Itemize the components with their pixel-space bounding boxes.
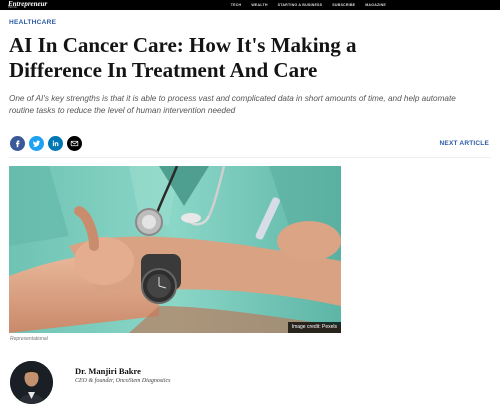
section-label[interactable]: HEALTHCARE xyxy=(9,19,56,26)
author-portrait xyxy=(10,361,53,404)
author-avatar[interactable] xyxy=(10,361,53,404)
top-navigation-bar: Entrepreneur INDIA TECH WEALTH STARTING … xyxy=(0,0,500,10)
twitter-icon xyxy=(32,140,41,147)
linkedin-share-button[interactable] xyxy=(48,136,63,151)
nav-item-wealth[interactable]: WEALTH xyxy=(251,3,267,7)
twitter-share-button[interactable] xyxy=(29,136,44,151)
email-icon xyxy=(70,140,79,147)
email-share-button[interactable] xyxy=(67,136,82,151)
nav-item-tech[interactable]: TECH xyxy=(231,3,242,7)
site-edition: INDIA xyxy=(8,5,18,9)
author-role: CEO & founder, OncoStem Diagnostics xyxy=(75,378,171,384)
image-caption: Representational xyxy=(10,336,48,342)
share-bar xyxy=(10,136,82,151)
nav-item-magazine[interactable]: MAGAZINE xyxy=(365,3,386,7)
facebook-icon xyxy=(16,140,20,148)
article-summary: One of AI's key strengths is that it is … xyxy=(9,94,456,115)
image-credit: Image credit: Pexels xyxy=(287,322,341,333)
next-article-link[interactable]: NEXT ARTICLE xyxy=(440,140,489,147)
author-name[interactable]: Dr. Manjiri Bakre xyxy=(75,366,141,376)
article-hero-image: Image credit: Pexels xyxy=(9,166,341,333)
linkedin-icon xyxy=(52,140,59,147)
nav-item-subscribe[interactable]: SUBSCRIBE xyxy=(332,3,355,7)
top-nav-menu: TECH WEALTH STARTING A BUSINESS SUBSCRIB… xyxy=(231,0,386,10)
article-title: AI In Cancer Care: How It's Making a Dif… xyxy=(9,33,357,82)
facebook-share-button[interactable] xyxy=(10,136,25,151)
share-divider xyxy=(9,157,491,158)
nav-item-starting-a-business[interactable]: STARTING A BUSINESS xyxy=(278,3,323,7)
doctor-with-stethoscope-illustration xyxy=(9,166,341,333)
